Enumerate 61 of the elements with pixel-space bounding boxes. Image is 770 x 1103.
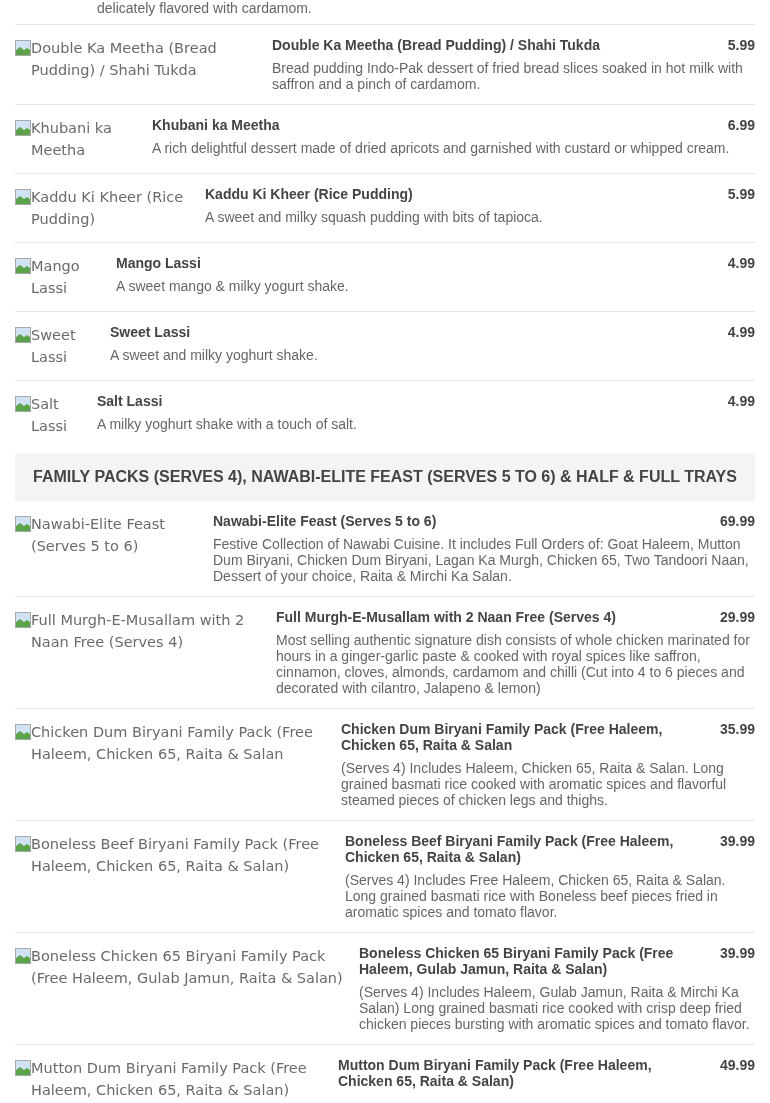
- image-icon: [15, 724, 31, 740]
- image-alt-text: Boneless Beef Biryani Family Pack (Free Haleem, Chicken 65, Raita & Salan): [31, 835, 320, 876]
- image-icon: [15, 948, 31, 964]
- item-price: 5.99: [727, 37, 755, 53]
- item-name: Double Ka Meetha (Bread Pudding) / Shahi Tukda: [272, 37, 600, 53]
- image-icon: [15, 327, 31, 343]
- item-description: Bread pudding Indo-Pak dessert of fried bread slices soaked in hot milk with saffron and a pinch of cardamom.: [272, 60, 744, 92]
- image-alt-text: Double Ka Meetha (Bread Pudding) / Shahi Tukda: [31, 39, 218, 80]
- image-alt-text: Mutton Dum Biryani Family Pack (Free Haleem, Chicken 65, Raita & Salan): [31, 1059, 308, 1100]
- item-price: 39.99: [719, 833, 755, 849]
- image-alt-text: Kaddu Ki Kheer (Rice Pudding): [31, 188, 185, 229]
- image-icon: [15, 40, 31, 56]
- image-icon: [15, 120, 31, 136]
- image-alt-text: Chicken Dum Biryani Family Pack (Free Haleem, Chicken 65, Raita & Salan: [31, 723, 314, 764]
- image-alt-text: Mango Lassi: [31, 257, 81, 298]
- item-description: A sweet and milky squash pudding with bits of tapioca.: [205, 209, 544, 225]
- item-name: Khubani ka Meetha: [152, 117, 280, 133]
- item-description: (Serves 4) Includes Free Haleem, Chicken 65, Raita & Salan. Long grained basmati rice with Boneless beef pieces fried in aromatic spices and tomato flavor.: [345, 872, 727, 920]
- image-alt-text: Boneless Chicken 65 Biryani Family Pack (Free Haleem, Gulab Jamun, Raita & Salan): [31, 947, 344, 988]
- item-description: A sweet mango & milky yogurt shake.: [116, 278, 350, 294]
- item-description: A sweet and milky yoghurt shake.: [110, 347, 319, 363]
- item-name: Full Murgh-E-Musallam with 2 Naan Free (Serves 4): [276, 609, 616, 625]
- item-name: Sweet Lassi: [110, 324, 191, 340]
- item-name: Nawabi-Elite Feast (Serves 5 to 6): [213, 513, 437, 529]
- item-price: 6.99: [727, 117, 755, 133]
- item-description: (Serves 4) Includes Haleem, Chicken 65, Raita & Salan. Long grained basmati rice cooked with aromatic spices and flavorful steamed pieces of chicken legs and thighs.: [341, 760, 728, 808]
- image-alt-text: Full Murgh-E-Musallam with 2 Naan Free (Serves 4): [31, 611, 246, 652]
- image-icon: [15, 1060, 31, 1076]
- item-price: 69.99: [719, 513, 755, 529]
- image-icon: [15, 516, 31, 532]
- item-name: Salt Lassi: [97, 393, 163, 409]
- item-description: Most selling authentic signature dish consists of whole chicken marinated for hours in a ginger-garlic paste & cooked with royal spices like saffron, cinnamon, cloves, almonds, cardamom and chilli (Cut into 4 to 6 pieces and decorated with cilantro, Jalapeno & lemon): [276, 632, 751, 696]
- item-price: 39.99: [719, 945, 755, 961]
- item-name: Mutton Dum Biryani Family Pack (Free Haleem, Chicken 65, Raita & Salan): [338, 1057, 653, 1089]
- image-icon: [15, 396, 31, 412]
- item-name: Boneless Chicken 65 Biryani Family Pack (Free Haleem, Gulab Jamun, Raita & Salan): [359, 945, 675, 977]
- item-description: A milky yoghurt shake with a touch of salt.: [97, 416, 358, 432]
- image-icon: [15, 836, 31, 852]
- item-name: Boneless Beef Biryani Family Pack (Free Haleem, Chicken 65, Raita & Salan): [345, 833, 675, 865]
- item-name: Kaddu Ki Kheer (Rice Pudding): [205, 186, 413, 202]
- image-icon: [15, 612, 31, 628]
- item-name: Mango Lassi: [116, 255, 201, 271]
- item-description: A rich delightful dessert made of dried apricots and garnished with custard or whipped cream.: [152, 140, 731, 156]
- image-alt-text: Sweet Lassi: [31, 326, 77, 367]
- section-header: FAMILY PACKS (SERVES 4), NAWABI-ELITE FEAST (SERVES 5 TO 6) & HALF & FULL TRAYS: [15, 453, 755, 501]
- item-price: 35.99: [719, 721, 755, 737]
- image-icon: [15, 258, 31, 274]
- item-price: 4.99: [727, 393, 755, 409]
- image-alt-text: Khubani ka Meetha: [31, 119, 113, 160]
- image-icon: [15, 189, 31, 205]
- item-description: delicately flavored with cardamom.: [97, 0, 312, 16]
- image-alt-text: Nawabi-Elite Feast (Serves 5 to 6): [31, 515, 166, 556]
- item-price: 49.99: [719, 1057, 755, 1073]
- item-description: (Serves 4) Includes Haleem, Gulab Jamun, Raita & Mirchi Ka Salan) Long grained basmati rice cooked with crisp deep fried chicken pieces bursting with aromatic spices and tomato flavor.: [359, 984, 751, 1032]
- item-description: Festive Collection of Nawabi Cuisine. It includes Full Orders of: Goat Haleem, Mutton Dum Biryani, Chicken Dum Biryani, Lagan Ka Murgh, Chicken 65, Two Tandoori Naan, Dessert of your choice, Raita & Mirchi Ka Salan.: [213, 536, 750, 584]
- item-name: Chicken Dum Biryani Family Pack (Free Haleem, Chicken 65, Raita & Salan: [341, 721, 664, 753]
- item-price: 5.99: [727, 186, 755, 202]
- image-alt-text: Salt Lassi: [31, 395, 69, 436]
- item-price: 4.99: [727, 255, 755, 271]
- item-price: 29.99: [719, 609, 755, 625]
- item-price: 4.99: [727, 324, 755, 340]
